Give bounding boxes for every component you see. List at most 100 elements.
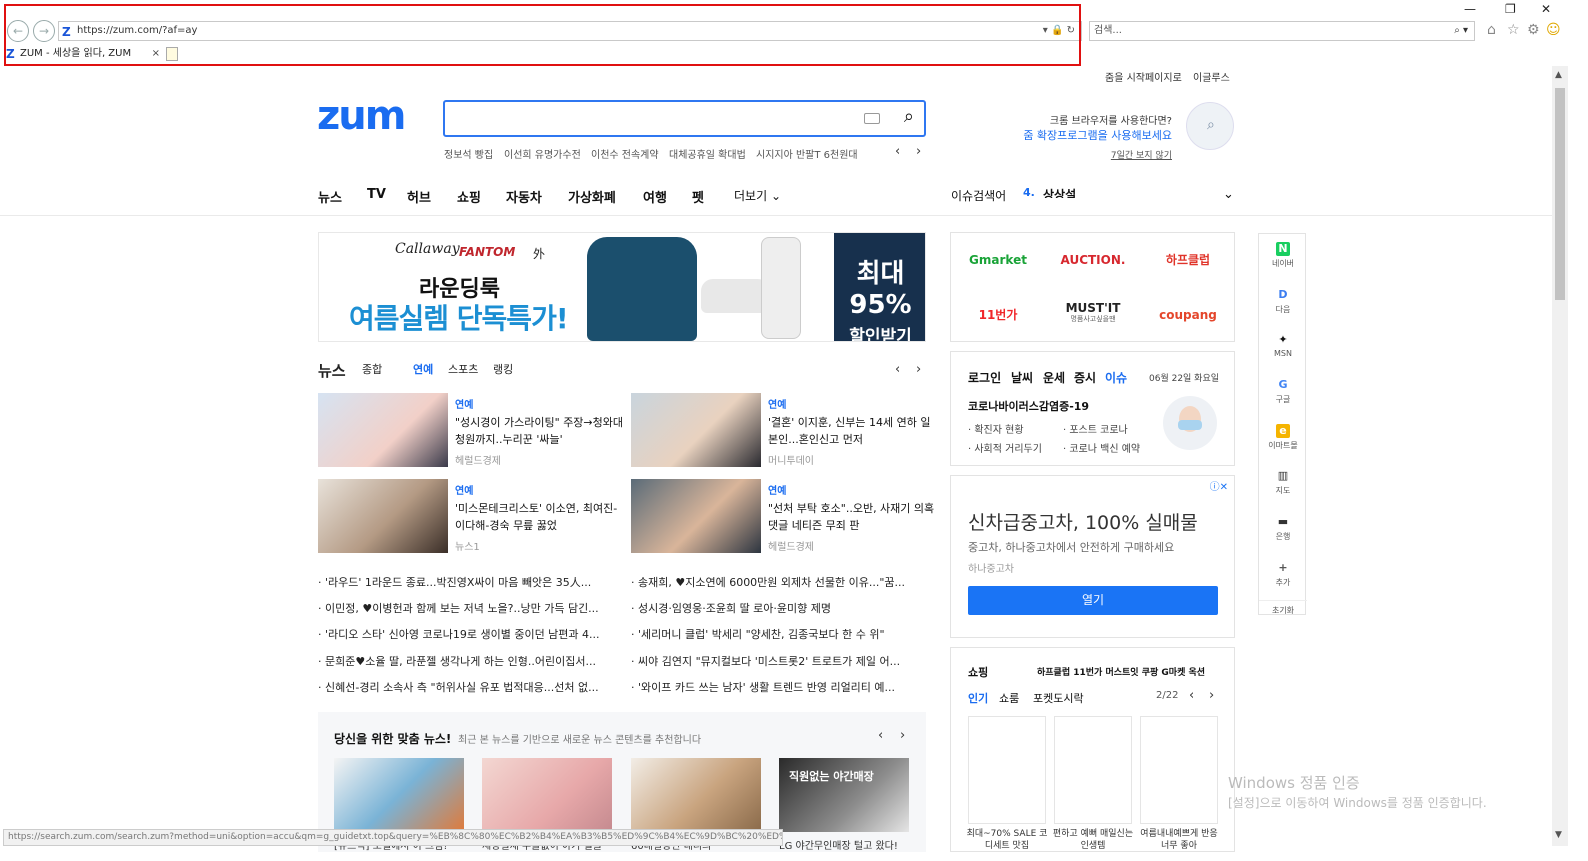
quick-daum[interactable]: D 다음 (1259, 288, 1307, 315)
quick-msn[interactable]: ✦ MSN (1259, 333, 1307, 358)
tab-ranking[interactable]: 랭킹 (493, 361, 513, 377)
gnb-news[interactable]: 뉴스 (318, 187, 342, 206)
quick-naver[interactable]: N 네이버 (1259, 242, 1307, 269)
quick-map[interactable]: ▥ 지도 (1259, 469, 1307, 496)
shopping-next-icon[interactable]: › (1209, 688, 1214, 703)
gnb-tv[interactable]: TV (367, 187, 386, 202)
home-icon[interactable]: ⌂ (1487, 22, 1496, 38)
mustit-link[interactable]: MUST'IT 명품사고싶을땐 (1046, 288, 1140, 342)
covid-headline[interactable]: 코로나바이러스감염증-19 (968, 398, 1089, 414)
news-title[interactable]: '결혼' 이지훈, 신부는 14세 연하 일본인...혼인신고 먼저 (768, 414, 940, 448)
gnb-hub[interactable]: 허브 (407, 187, 431, 206)
auction-link[interactable]: AUCTION. (1046, 233, 1140, 287)
product-caption[interactable]: 최대~70% SALE 코디세트 맛집 (965, 828, 1049, 852)
scroll-down-icon[interactable]: ▼ (1555, 830, 1562, 840)
ad-open-button[interactable]: 열기 (968, 586, 1218, 615)
browser-search-input[interactable]: 검색... ⌕ ▾ (1089, 21, 1475, 41)
scroll-thumb[interactable] (1555, 88, 1565, 300)
news-list-item[interactable]: · 신혜선-경리 소속사 측 "허위사실 유포 법적대응...선처 없... (318, 679, 618, 695)
minimize-icon[interactable]: — (1464, 2, 1476, 16)
11st-link[interactable]: 11번가 (951, 288, 1045, 342)
gmarket-link[interactable]: Gmarket (951, 233, 1045, 287)
news-prev-icon[interactable]: ‹ (895, 362, 900, 377)
recommend-thumb-image[interactable] (631, 758, 761, 832)
news-thumb-image[interactable] (318, 393, 448, 467)
gnb-car[interactable]: 자동차 (506, 187, 542, 206)
issue-expand-icon[interactable]: ⌄ (1223, 187, 1234, 202)
product-card[interactable] (1054, 716, 1132, 824)
coupang-link[interactable]: coupang (1141, 288, 1235, 342)
covid-link[interactable]: · 코로나 백신 예약 (1063, 440, 1140, 455)
display-ad[interactable]: ⓘ✕ 신차급중고차, 100% 실매물 중고차, 하나중고차에서 안전하게 구매… (950, 475, 1235, 638)
news-list-item[interactable]: · 문희준♥소율 딸, 라푼젤 생각나게 하는 인형..어린이집서... (318, 653, 618, 669)
keyword-link[interactable]: 이선희 유명가수전 (504, 146, 581, 161)
zum-logo[interactable]: zum (317, 93, 406, 139)
tab-showroom[interactable]: 쇼룸 (999, 690, 1019, 706)
recommend-thumb-image[interactable] (482, 758, 612, 832)
news-thumb-image[interactable] (631, 393, 761, 467)
gnb-crypto[interactable]: 가상화폐 (568, 187, 616, 206)
promo-hide-link[interactable]: 7일간 보지 않기 (1110, 148, 1172, 161)
quick-add[interactable]: + 추가 (1259, 561, 1307, 588)
quick-google[interactable]: G 구글 (1259, 378, 1307, 405)
news-list-item[interactable]: · '라우드' 1라운드 종료...박진영X싸이 마음 빼앗은 35人... (318, 574, 618, 590)
recommend-thumb-image[interactable]: 직원없는 야간매장 (779, 758, 909, 832)
product-card[interactable] (968, 716, 1046, 824)
news-list-item[interactable]: · 씨야 김연지 "뮤지컬보다 '미스트롯2' 트로트가 제일 어... (631, 653, 931, 669)
news-list-item[interactable]: · '와이프 카드 쓰는 남자' 생활 트렌드 반영 리얼리티 예... (631, 679, 931, 695)
product-caption[interactable]: 편하고 예뻐 매일신는인생템 (1051, 828, 1135, 852)
news-list-item[interactable]: · 송재희, ♥지소연에 6000만원 외제차 선물한 이유..."꿈... (631, 574, 931, 590)
quick-emart[interactable]: e 이마트몰 (1259, 424, 1307, 451)
recommend-thumb-image[interactable] (334, 758, 464, 832)
halfclub-link[interactable]: 하프클럽 (1141, 233, 1235, 287)
news-list-item[interactable]: · 이민정, ♥이병헌과 함께 보는 저녁 노을?..낭만 가득 담긴... (318, 600, 618, 616)
main-search-input[interactable]: ⌕ (443, 100, 926, 137)
gnb-pet[interactable]: 펫 (692, 187, 704, 206)
tab-issue[interactable]: 이슈 (1105, 369, 1127, 386)
quick-bank[interactable]: ▬ 은행 (1259, 515, 1307, 542)
keyboard-icon[interactable] (864, 113, 880, 124)
ad-banner[interactable]: Callaway FANTOM 外 라운딩룩 여름실렘 단독특가! 최대95% … (318, 232, 926, 342)
news-next-icon[interactable]: › (916, 362, 921, 377)
covid-link[interactable]: · 포스트 코로나 (1063, 421, 1128, 436)
keyword-link[interactable]: 정보석 빵집 (444, 146, 493, 161)
keyword-link[interactable]: 대체공휴일 확대법 (669, 146, 746, 161)
keyword-link[interactable]: 이천수 전속계약 (591, 146, 659, 161)
gnb-travel[interactable]: 여행 (643, 187, 667, 206)
product-card[interactable] (1140, 716, 1218, 824)
tab-entertainment[interactable]: 연예 (413, 361, 433, 377)
gnb-shopping[interactable]: 쇼핑 (457, 187, 481, 206)
tab-stocks[interactable]: 증시 (1074, 369, 1096, 386)
tab-weather[interactable]: 날씨 (1011, 369, 1033, 386)
news-title[interactable]: "선처 부탁 호소"..오반, 사재기 의혹 댓글 네티즌 무죄 판 (768, 500, 940, 534)
smiley-icon[interactable]: ☺ (1546, 22, 1561, 38)
tab-pocket[interactable]: 포켓도시락 (1033, 690, 1084, 706)
news-list-item[interactable]: · '세리머니 클럽' 박세리 "양세찬, 김종국보다 한 수 위" (631, 626, 931, 642)
page-scrollbar[interactable]: ▲ ▼ (1552, 66, 1568, 846)
gnb-more[interactable]: 더보기 ⌄ (734, 187, 781, 204)
recommend-prev-icon[interactable]: ‹ (878, 728, 883, 743)
tab-total[interactable]: 종합 (362, 361, 382, 377)
keyword-link[interactable]: 시지지아 반팔T 6천원대 (756, 146, 858, 161)
news-title[interactable]: "성시경이 가스라이팅" 주장→청와대 청원까지..누리꾼 '싸늘' (455, 414, 627, 448)
scroll-up-icon[interactable]: ▲ (1555, 70, 1562, 80)
settings-gear-icon[interactable]: ⚙ (1527, 22, 1540, 38)
news-list-item[interactable]: · '라디오 스타' 신아영 코로나19로 생이별 중이던 남편과 4... (318, 626, 618, 642)
news-list-item[interactable]: · 성시경·임영웅·조윤희 딸 로아·윤미향 제명 (631, 600, 931, 616)
keyword-prev-icon[interactable]: ‹ (895, 144, 900, 159)
favorites-star-icon[interactable]: ☆ (1507, 22, 1520, 38)
covid-link[interactable]: · 확진자 현황 (968, 421, 1024, 436)
search-icon[interactable]: ⌕ ▾ (1454, 22, 1468, 40)
recommend-caption[interactable]: LG 야간무인매장 털고 왔다! (779, 837, 909, 852)
egloos-link[interactable]: 이글루스 (1193, 69, 1230, 84)
news-thumb-image[interactable] (318, 479, 448, 553)
promo-link[interactable]: 줌 확장프로그램을 사용해보세요 (1020, 127, 1172, 143)
issue-keyword[interactable]: 상상설 (1043, 186, 1076, 198)
tab-login[interactable]: 로그인 (968, 369, 1001, 386)
news-title[interactable]: '미스몬테크리스토' 이소연, 최여진-이다해-경숙 무릎 꿇었 (455, 500, 627, 534)
tab-fortune[interactable]: 운세 (1043, 369, 1065, 386)
shopping-prev-icon[interactable]: ‹ (1189, 688, 1194, 703)
quick-reset[interactable]: 초기화 (1259, 600, 1307, 616)
tab-popular[interactable]: 인기 (968, 690, 988, 706)
close-window-icon[interactable]: ✕ (1541, 2, 1551, 16)
